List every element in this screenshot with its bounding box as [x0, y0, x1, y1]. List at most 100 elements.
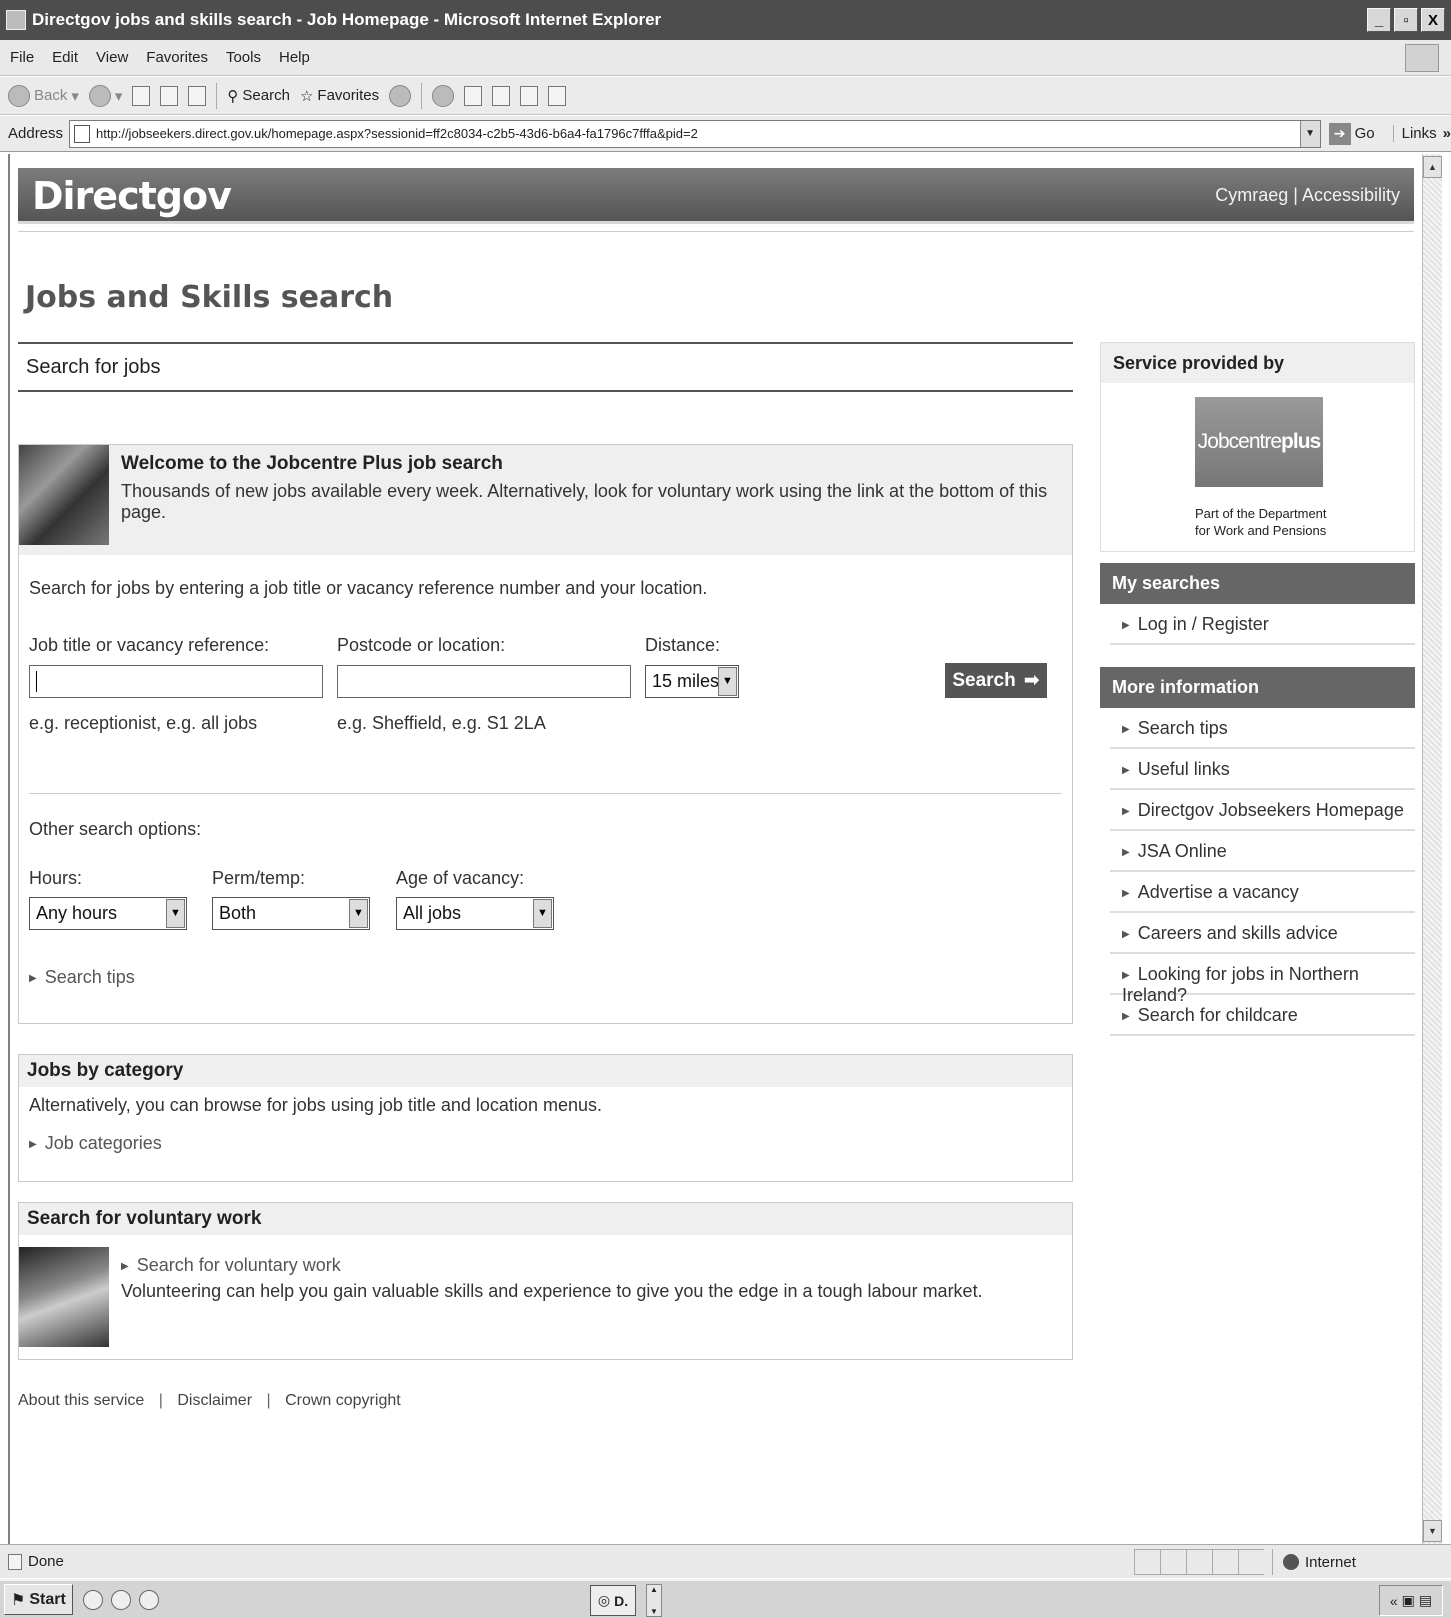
- perm-temp-label: Perm/temp:: [212, 868, 306, 888]
- windows-flag-icon: ⚑: [11, 1591, 26, 1609]
- sidebar-item-advertise-vacancy[interactable]: ▶ Advertise a vacancy: [1110, 872, 1415, 913]
- voluntary-work-panel: Search for voluntary work ▶ Search for vo…: [18, 1202, 1073, 1360]
- search-button[interactable]: ⚲ Search: [227, 87, 290, 105]
- favorites-label: Favorites: [317, 87, 380, 104]
- category-header: Jobs by category: [19, 1055, 1072, 1087]
- messenger-icon[interactable]: [548, 85, 567, 106]
- address-input[interactable]: http://jobseekers.direct.gov.uk/homepage…: [69, 119, 1321, 148]
- menu-view[interactable]: View: [96, 49, 128, 66]
- tray-expand-button[interactable]: «: [1390, 1593, 1398, 1609]
- triangle-right-icon: ▶: [1122, 887, 1130, 899]
- sidebar-item-jobseekers-homepage[interactable]: ▶ Directgov Jobseekers Homepage: [1110, 790, 1415, 831]
- directgov-logo[interactable]: Directgov: [32, 174, 232, 218]
- discuss-icon[interactable]: [520, 85, 539, 106]
- scroll-down-icon[interactable]: ▼: [650, 1607, 658, 1616]
- job-categories-link[interactable]: ▶ Job categories: [29, 1133, 162, 1154]
- form-divider: [29, 793, 1062, 794]
- sidebar-item-careers-advice[interactable]: ▶ Careers and skills advice: [1110, 913, 1415, 954]
- minimize-button[interactable]: _: [1367, 8, 1391, 32]
- age-select[interactable]: All jobs ▼: [396, 897, 554, 930]
- security-zone[interactable]: Internet: [1272, 1549, 1442, 1575]
- voluntary-photo: [19, 1247, 109, 1347]
- service-provided-heading: Service provided by: [1101, 343, 1414, 383]
- sidebar-item-search-tips[interactable]: ▶ Search tips: [1110, 708, 1415, 749]
- window-titlebar: Directgov jobs and skills search - Job H…: [0, 0, 1451, 40]
- crown-copyright-link[interactable]: Crown copyright: [285, 1392, 401, 1409]
- edit-icon[interactable]: [492, 85, 511, 106]
- age-label: Age of vacancy:: [396, 868, 525, 888]
- favorites-button[interactable]: ☆ Favorites: [300, 87, 379, 105]
- jobcentre-plus-logo[interactable]: Jobcentre plus: [1195, 397, 1323, 487]
- start-label: Start: [29, 1590, 66, 1608]
- menu-edit[interactable]: Edit: [52, 49, 78, 66]
- forward-button[interactable]: ▾: [88, 84, 123, 107]
- sidebar-item-useful-links[interactable]: ▶ Useful links: [1110, 749, 1415, 790]
- sidebar-item-jsa-online[interactable]: ▶ JSA Online: [1110, 831, 1415, 872]
- disclaimer-link[interactable]: Disclaimer: [177, 1392, 252, 1409]
- cymraeg-link[interactable]: Cymraeg: [1215, 185, 1288, 205]
- voluntary-work-link[interactable]: ▶ Search for voluntary work: [121, 1255, 341, 1276]
- quick-launch: [82, 1589, 159, 1610]
- menu-favorites[interactable]: Favorites: [146, 49, 208, 66]
- distance-select[interactable]: 15 miles ▼: [645, 665, 739, 698]
- outlook-quicklaunch-icon[interactable]: [138, 1589, 159, 1610]
- status-bar: Done Internet: [0, 1544, 1451, 1578]
- perm-temp-select[interactable]: Both ▼: [212, 897, 370, 930]
- menu-tools[interactable]: Tools: [226, 49, 261, 66]
- triangle-right-icon: ▶: [1122, 1010, 1130, 1022]
- status-cell: [1186, 1549, 1212, 1575]
- scroll-up-icon[interactable]: ▲: [1423, 156, 1442, 178]
- menu-help[interactable]: Help: [279, 49, 310, 66]
- refresh-icon[interactable]: [160, 85, 179, 106]
- close-button[interactable]: X: [1421, 8, 1445, 32]
- stop-icon[interactable]: [132, 85, 151, 106]
- login-register-link[interactable]: ▶ Log in / Register: [1110, 604, 1415, 645]
- taskbar-ie-window[interactable]: ◎ D.: [590, 1585, 636, 1616]
- links-button[interactable]: Links: [1392, 125, 1437, 142]
- dwp-caption-line-1: Part of the Department: [1195, 506, 1327, 521]
- start-button[interactable]: ⚑ Start: [4, 1584, 73, 1615]
- address-dropdown-icon[interactable]: ▼: [1299, 120, 1320, 147]
- ie-quicklaunch-icon[interactable]: [82, 1589, 103, 1610]
- print-icon[interactable]: [464, 85, 483, 106]
- hours-select[interactable]: Any hours ▼: [29, 897, 187, 930]
- dropdown-arrow-icon: ▼: [718, 667, 737, 696]
- dropdown-arrow-icon: ▾: [114, 87, 123, 105]
- tray-icon[interactable]: ▤: [1419, 1592, 1432, 1609]
- triangle-right-icon: ▶: [29, 972, 37, 984]
- sidebar-item-label: Directgov Jobseekers Homepage: [1137, 800, 1404, 820]
- about-service-link[interactable]: About this service: [18, 1392, 144, 1409]
- mail-icon[interactable]: [432, 84, 455, 107]
- search-jobs-heading: Search for jobs: [26, 356, 161, 378]
- back-button[interactable]: Back ▾: [8, 84, 79, 107]
- sidebar-item-northern-ireland[interactable]: ▶ Looking for jobs in Northern Ireland?: [1110, 954, 1415, 1005]
- taskbar-scroll[interactable]: ▲ ▼: [646, 1584, 662, 1617]
- tray-icon[interactable]: ▣: [1402, 1592, 1415, 1609]
- home-icon[interactable]: [188, 85, 207, 106]
- go-button[interactable]: ➔ Go: [1328, 122, 1375, 145]
- location-label: Postcode or location:: [337, 635, 506, 655]
- vertical-scrollbar[interactable]: ▲ ▼: [1422, 154, 1442, 1544]
- chevron-right-icon[interactable]: »: [1443, 125, 1451, 142]
- status-cell: [1134, 1549, 1160, 1575]
- search-jobs-header: Search for jobs: [18, 342, 1073, 392]
- search-button[interactable]: Search ➡: [945, 663, 1047, 698]
- address-bar: Address http://jobseekers.direct.gov.uk/…: [0, 116, 1451, 152]
- service-provided-panel: Service provided by Jobcentre plus Part o…: [1100, 342, 1415, 552]
- menu-file[interactable]: File: [10, 49, 34, 66]
- logo-text-plus: plus: [1281, 430, 1321, 453]
- accessibility-link[interactable]: Accessibility: [1302, 185, 1400, 205]
- search-tips-link[interactable]: ▶ Search tips: [29, 967, 135, 988]
- footer-separator: |: [266, 1392, 271, 1409]
- history-icon[interactable]: [389, 84, 412, 107]
- maximize-button[interactable]: ▫: [1394, 8, 1418, 32]
- location-input[interactable]: [337, 665, 631, 698]
- scroll-up-icon[interactable]: ▲: [650, 1585, 658, 1594]
- media-quicklaunch-icon[interactable]: [110, 1589, 131, 1610]
- header-divider: [18, 231, 1414, 232]
- dropdown-arrow-icon: ▼: [166, 899, 185, 928]
- browser-toolbar: Back ▾ ▾ ⚲ Search ☆ Favorites: [0, 77, 1451, 115]
- scroll-down-icon[interactable]: ▼: [1423, 1520, 1442, 1542]
- voluntary-heading: Search for voluntary work: [27, 1208, 262, 1229]
- job-title-input[interactable]: [29, 665, 323, 698]
